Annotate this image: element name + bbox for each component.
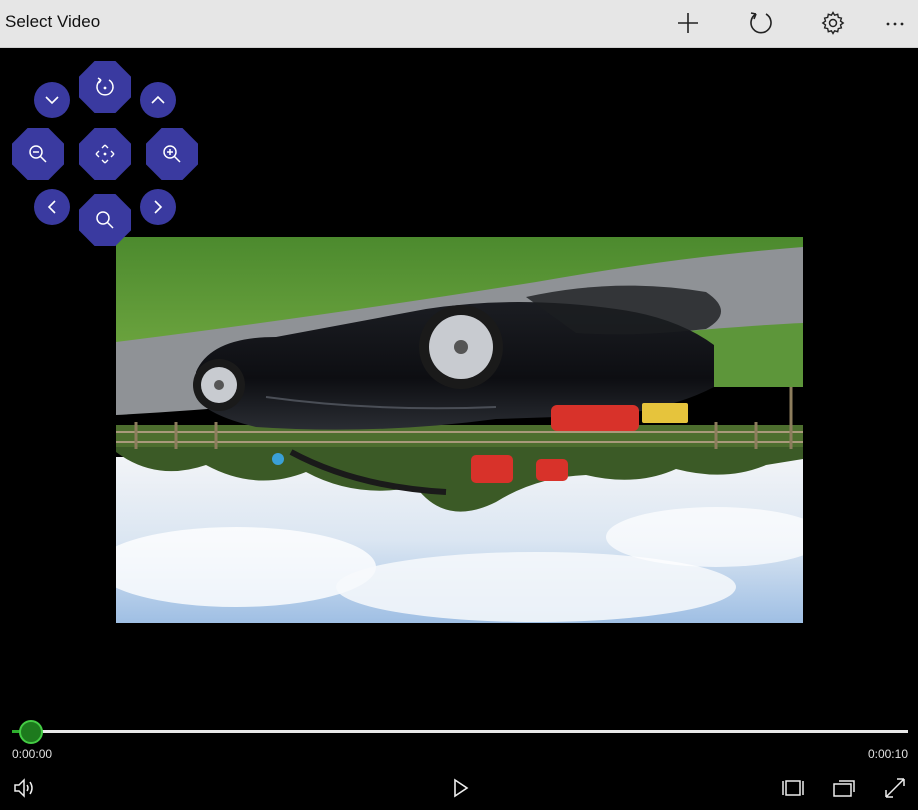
cast-icon [833, 780, 855, 797]
add-button[interactable] [668, 4, 708, 42]
video-frame[interactable] [116, 237, 803, 623]
zoom-out-button[interactable] [12, 128, 64, 180]
chevron-right-icon [154, 200, 163, 214]
current-time: 0:00:00 [12, 747, 53, 761]
pan-left-button[interactable] [34, 189, 70, 225]
zoom-in-button[interactable] [146, 128, 198, 180]
zoom-reset-button[interactable] [79, 194, 131, 246]
zoom-out-icon [29, 145, 47, 163]
zoom-in-icon [163, 145, 181, 163]
cast-button[interactable] [829, 773, 859, 803]
chevron-down-icon [45, 96, 59, 105]
play-button[interactable] [445, 773, 475, 803]
volume-button[interactable] [10, 773, 40, 803]
video-image [116, 237, 803, 623]
fullscreen-button[interactable] [880, 773, 910, 803]
title-bar: Select Video [0, 0, 918, 48]
ellipsis-icon [886, 22, 904, 26]
rotate-button[interactable] [741, 4, 781, 42]
fullscreen-icon [885, 778, 905, 798]
chevron-up-icon [151, 95, 165, 104]
play-icon [454, 778, 469, 798]
settings-button[interactable] [813, 4, 853, 42]
total-time: 0:00:10 [867, 747, 908, 761]
more-button[interactable] [875, 4, 915, 42]
scroll-down-button[interactable] [34, 82, 70, 118]
seek-thumb[interactable] [19, 720, 43, 744]
move-icon [95, 144, 115, 164]
page-title: Select Video [5, 12, 101, 31]
plus-icon [678, 13, 698, 33]
gear-icon [821, 11, 845, 35]
seek-track[interactable] [12, 730, 908, 733]
aspect-ratio-button[interactable] [778, 773, 808, 803]
search-icon [96, 211, 114, 229]
chevron-left-icon [47, 200, 56, 214]
aspect-ratio-icon [782, 780, 804, 796]
rotate-icon [96, 77, 114, 96]
rotate-view-button[interactable] [79, 61, 131, 113]
pan-right-button[interactable] [140, 189, 176, 225]
center-button[interactable] [79, 128, 131, 180]
volume-icon [14, 778, 33, 798]
rotate-icon [750, 12, 772, 34]
scroll-up-button[interactable] [140, 82, 176, 118]
